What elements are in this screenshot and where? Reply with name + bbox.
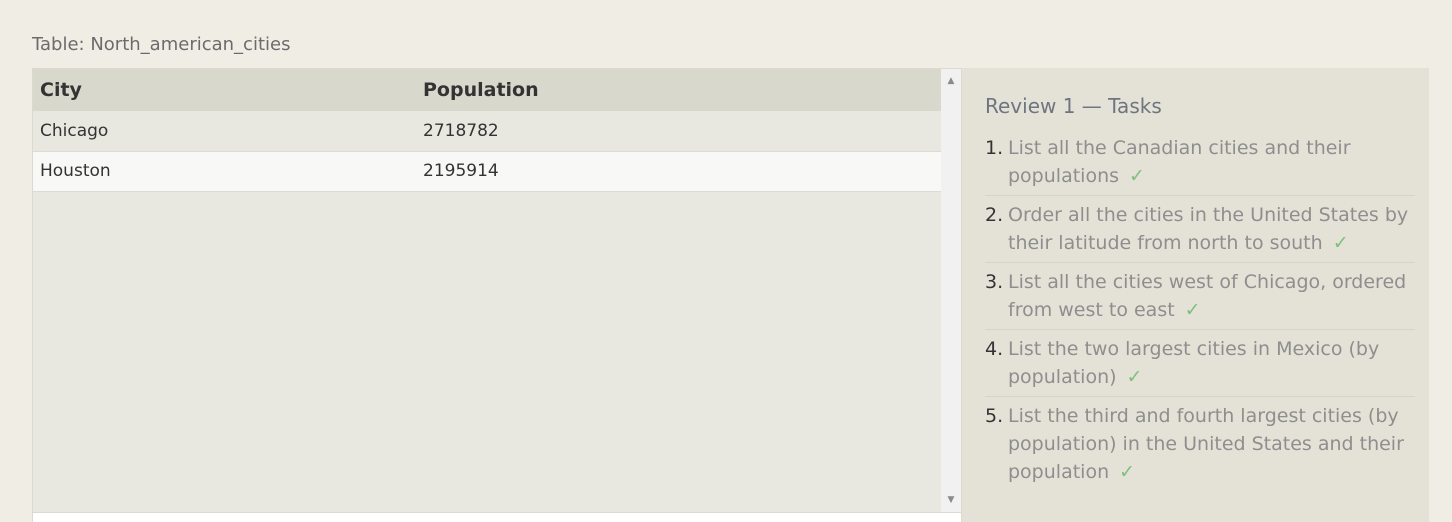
review-title: Review 1 — Tasks [985,94,1162,118]
check-icon: ✓ [1129,165,1145,187]
task-number: 5. [985,405,1004,427]
cell-city: Houston [33,151,415,192]
review-tasks-panel: Review 1 — Tasks 1. List all the Canadia… [962,68,1429,522]
vertical-scrollbar[interactable]: ▲ ▼ [941,69,961,512]
task-item: 2. Order all the cities in the United St… [985,201,1415,263]
check-icon: ✓ [1119,461,1136,483]
task-number: 4. [985,338,1004,360]
scroll-up-arrow-icon[interactable]: ▲ [941,71,961,91]
task-text: List the two largest cities in Mexico (b… [1008,338,1380,388]
table-footer [33,512,961,522]
task-number: 1. [985,137,1004,159]
results-table-panel: City Population Chicago 2718782 Houston … [32,68,962,522]
task-text: List all the cities west of Chicago, ord… [1008,271,1407,321]
check-icon: ✓ [1184,299,1201,321]
task-text: List the third and fourth largest cities… [1008,405,1404,483]
results-table: City Population Chicago 2718782 Houston … [33,69,942,192]
scroll-down-arrow-icon[interactable]: ▼ [941,490,961,510]
task-text-wrap: List the two largest cities in Mexico (b… [1008,335,1415,391]
task-text-wrap: Order all the cities in the United State… [1008,201,1415,257]
task-item: 3. List all the cities west of Chicago, … [985,268,1415,330]
task-text: List all the Canadian cities and their p… [1008,137,1351,187]
cell-city: Chicago [33,111,415,152]
task-number: 2. [985,204,1004,226]
check-icon: ✓ [1126,366,1143,388]
column-header-city: City [33,69,415,111]
table-row: Houston 2195914 [33,151,942,192]
task-item: 4. List the two largest cities in Mexico… [985,335,1415,397]
task-text-wrap: List all the cities west of Chicago, ord… [1008,268,1415,324]
task-number: 3. [985,271,1004,293]
task-item: 5. List the third and fourth largest cit… [985,402,1415,491]
table-caption: Table: North_american_cities [32,34,291,55]
task-text-wrap: List the third and fourth largest cities… [1008,402,1415,486]
cell-population: 2718782 [415,111,942,152]
task-item: 1. List all the Canadian cities and thei… [985,134,1415,196]
cell-population: 2195914 [415,151,942,192]
column-header-population: Population [415,69,942,111]
table-row: Chicago 2718782 [33,111,942,152]
table-header-row: City Population [33,69,942,111]
results-table-scroll-area[interactable]: City Population Chicago 2718782 Houston … [33,69,942,512]
task-text-wrap: List all the Canadian cities and their p… [1008,134,1415,190]
task-list: 1. List all the Canadian cities and thei… [985,134,1415,491]
check-icon: ✓ [1332,232,1349,254]
